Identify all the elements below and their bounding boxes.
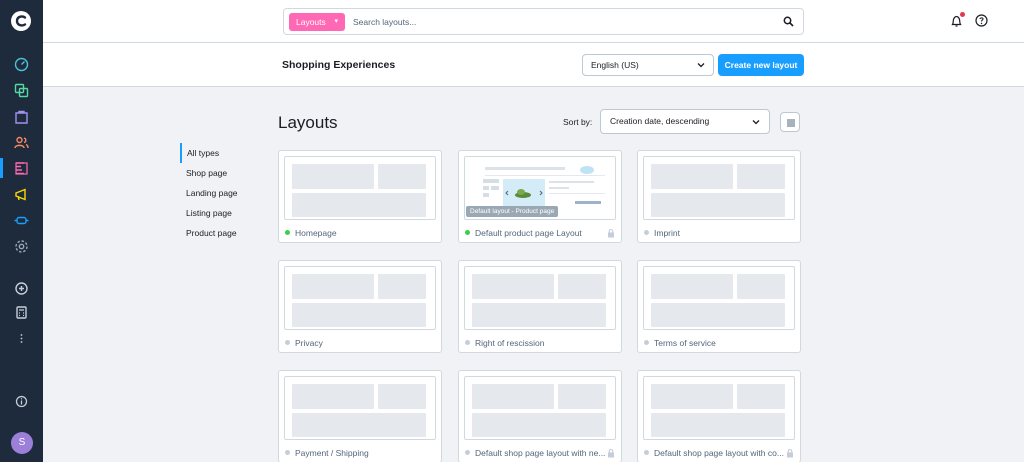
layout-card-footer: Default shop page layout with co...	[644, 447, 794, 459]
layout-card-footer: Right of rescission	[465, 337, 615, 349]
layout-preview	[284, 156, 436, 220]
chevron-down-icon	[752, 120, 760, 125]
dashboard-icon[interactable]	[13, 56, 30, 73]
layout-preview	[284, 376, 436, 440]
layout-name: Right of rescission	[475, 338, 545, 348]
layout-type-filters: All types Shop page Landing page Listing…	[180, 143, 250, 243]
layout-card[interactable]: Imprint	[637, 150, 801, 243]
create-new-layout-button[interactable]: Create new layout	[718, 54, 804, 76]
layout-card-footer: Default product page Layout	[465, 227, 615, 239]
sort-select[interactable]: Creation date, descending	[600, 109, 770, 134]
marketing-icon[interactable]	[13, 186, 30, 203]
info-icon[interactable]	[13, 393, 30, 410]
sort-label: Sort by:	[563, 117, 593, 127]
list-view-toggle[interactable]	[780, 112, 800, 132]
list-view-icon	[787, 119, 795, 127]
search-placeholder[interactable]: Search layouts...	[353, 17, 416, 27]
chevron-down-icon: ▾	[334, 18, 338, 25]
layout-preview	[464, 266, 616, 330]
filter-product-page[interactable]: Product page	[180, 223, 250, 243]
more-icon[interactable]	[13, 330, 30, 347]
user-avatar[interactable]: S	[11, 432, 33, 454]
layout-card-footer: Homepage	[285, 227, 435, 239]
layout-card-footer: Payment / Shipping	[285, 447, 435, 459]
chevron-down-icon	[697, 63, 705, 68]
layout-preview	[643, 156, 795, 220]
calculator-icon[interactable]	[13, 304, 30, 321]
layout-card-footer: Privacy	[285, 337, 435, 349]
layouts-heading: Layouts	[278, 113, 338, 132]
layout-card-footer: Default shop page layout with ne...	[465, 447, 615, 459]
lock-icon	[608, 228, 614, 238]
lock-icon	[608, 448, 614, 458]
layout-card[interactable]: Default layout - Product page Default pr…	[458, 150, 622, 243]
search-type-label: Layouts	[296, 17, 326, 27]
filter-listing-page[interactable]: Listing page	[180, 203, 250, 223]
search-type-pill[interactable]: Layouts ▾	[289, 13, 345, 31]
layout-card[interactable]: Payment / Shipping	[278, 370, 442, 462]
sort-select-value: Creation date, descending	[610, 116, 710, 126]
notification-dot	[960, 12, 965, 17]
layout-card[interactable]: Terms of service	[637, 260, 801, 353]
language-select[interactable]: English (US)	[582, 54, 714, 76]
admin-sidebar: S	[0, 0, 43, 462]
layout-card[interactable]: Right of rescission	[458, 260, 622, 353]
inactive-status-dot	[465, 340, 470, 345]
layout-name: Imprint	[654, 228, 680, 238]
filter-landing-page[interactable]: Landing page	[180, 183, 250, 203]
layout-name: Default shop page layout with ne...	[475, 448, 606, 458]
layout-preview	[643, 266, 795, 330]
content-icon[interactable]	[13, 160, 30, 177]
layout-name: Terms of service	[654, 338, 716, 348]
active-indicator	[0, 158, 3, 178]
default-layout-badge: Default layout - Product page	[466, 206, 559, 217]
filter-all-types[interactable]: All types	[180, 143, 250, 163]
inactive-status-dot	[285, 340, 290, 345]
page-title: Shopping Experiences	[282, 59, 396, 71]
top-bar: Layouts ▾ Search layouts...	[43, 0, 1024, 43]
layout-card[interactable]: Default shop page layout with ne...	[458, 370, 622, 462]
layout-card[interactable]: Homepage	[278, 150, 442, 243]
active-status-dot	[285, 230, 290, 235]
layout-name: Homepage	[295, 228, 337, 238]
layout-name: Default shop page layout with co...	[654, 448, 784, 458]
active-status-dot	[465, 230, 470, 235]
add-icon[interactable]	[13, 280, 30, 297]
page-header: Shopping Experiences English (US) Create…	[43, 43, 1024, 87]
search-icon[interactable]	[783, 16, 794, 27]
language-select-value: English (US)	[591, 60, 639, 70]
orders-icon[interactable]	[13, 108, 30, 125]
catalogue-icon[interactable]	[13, 82, 30, 99]
layout-card[interactable]: Privacy	[278, 260, 442, 353]
layout-card[interactable]: Default shop page layout with co...	[637, 370, 801, 462]
layout-card-footer: Imprint	[644, 227, 794, 239]
inactive-status-dot	[644, 450, 649, 455]
inactive-status-dot	[285, 450, 290, 455]
layout-name: Privacy	[295, 338, 323, 348]
inactive-status-dot	[644, 340, 649, 345]
search-bar[interactable]: Layouts ▾ Search layouts...	[283, 8, 804, 35]
inactive-status-dot	[644, 230, 649, 235]
layout-preview	[464, 376, 616, 440]
shopware-logo-icon[interactable]	[10, 10, 32, 32]
layout-preview	[284, 266, 436, 330]
layout-preview	[643, 376, 795, 440]
layout-name: Payment / Shipping	[295, 448, 369, 458]
inactive-status-dot	[465, 450, 470, 455]
help-icon[interactable]	[975, 14, 988, 27]
customers-icon[interactable]	[13, 134, 30, 151]
lock-icon	[787, 448, 793, 458]
layout-name: Default product page Layout	[475, 228, 582, 238]
settings-icon[interactable]	[13, 238, 30, 255]
layout-card-footer: Terms of service	[644, 337, 794, 349]
filter-shop-page[interactable]: Shop page	[180, 163, 250, 183]
extensions-icon[interactable]	[13, 212, 30, 229]
